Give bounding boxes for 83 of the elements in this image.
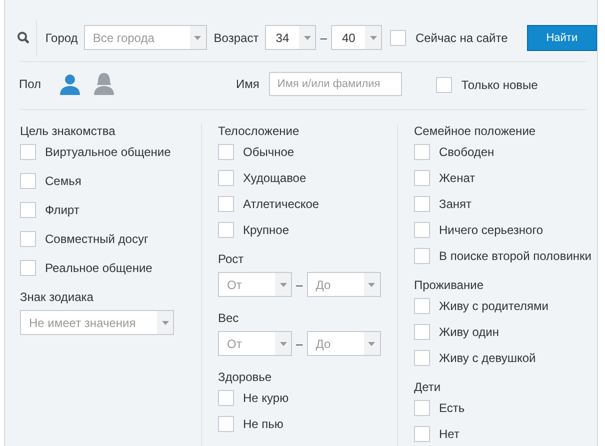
checkbox[interactable] <box>414 298 430 314</box>
checkbox[interactable] <box>218 144 234 160</box>
checkbox[interactable] <box>414 350 430 366</box>
checkbox[interactable] <box>414 170 430 186</box>
checkbox[interactable] <box>414 324 430 340</box>
age-label: Возраст <box>214 30 259 44</box>
caret-icon <box>162 320 168 324</box>
caret-icon <box>370 36 377 40</box>
checkbox-label: Сейчас на сайте <box>415 30 508 44</box>
to-dropdown[interactable]: До <box>306 331 381 356</box>
caret-icon <box>368 282 376 286</box>
checkbox-label: Атлетическое <box>243 197 320 211</box>
checkbox[interactable] <box>20 173 36 189</box>
checkbox-label: Живу с родителями <box>439 299 548 313</box>
checkbox[interactable] <box>414 248 430 264</box>
checkbox[interactable] <box>414 400 430 416</box>
range-separator: – <box>296 336 303 350</box>
checkbox-label: Живу с девушкой <box>439 351 536 365</box>
checkbox-label: Обычное <box>243 145 294 159</box>
section-title: Цель знакомства <box>20 124 116 138</box>
caret-icon <box>280 282 286 286</box>
checkbox[interactable] <box>218 196 234 212</box>
checkbox-label: Крупное <box>243 223 290 237</box>
section-title: Дети <box>414 380 442 394</box>
from-dropdown[interactable]: От <box>218 272 292 297</box>
caret-icon <box>304 36 311 40</box>
zodiac-dropdown[interactable]: Не имеет значения <box>20 310 174 335</box>
man-icon[interactable] <box>59 73 82 95</box>
name-field[interactable]: Имя и/или фамилия <box>269 72 402 96</box>
checkbox-label: Занят <box>439 197 472 211</box>
checkbox-label: Свободен <box>439 145 494 159</box>
checkbox-label: Не курю <box>243 391 289 405</box>
age-to-dropdown[interactable]: 40 <box>330 25 382 50</box>
search-button[interactable]: Найти <box>526 24 597 50</box>
range-separator: – <box>296 278 303 292</box>
checkbox-label: Реальное общение <box>45 261 152 275</box>
checkbox[interactable] <box>218 170 234 186</box>
checkbox[interactable] <box>414 426 430 442</box>
from-dropdown[interactable]: От <box>218 331 292 356</box>
checkbox-label: Нет <box>439 427 460 441</box>
checkbox[interactable] <box>414 144 430 160</box>
age-from-dropdown[interactable]: 34 <box>264 25 316 50</box>
city-dropdown[interactable]: Все города <box>84 25 207 50</box>
checkbox-label: В поиске второй половинки <box>439 249 592 263</box>
checkbox[interactable] <box>218 416 234 432</box>
name-label: Имя <box>236 77 260 91</box>
checkbox[interactable] <box>218 390 234 406</box>
checkbox-label: Семья <box>45 174 82 188</box>
search-icon[interactable] <box>17 31 30 44</box>
checkbox[interactable] <box>218 222 234 238</box>
section-title: Семейное положение <box>414 124 537 138</box>
checkbox-label: Худощавое <box>243 171 306 185</box>
to-dropdown[interactable]: До <box>306 272 381 297</box>
checkbox[interactable] <box>414 196 430 212</box>
checkbox-label: Женат <box>439 171 476 185</box>
section-title: Вес <box>218 311 240 325</box>
checkbox-label: Есть <box>439 401 465 415</box>
checkbox-label: Не пью <box>243 417 284 431</box>
section-title: Телосложение <box>218 124 300 138</box>
age-separator: – <box>320 30 327 44</box>
city-label: Город <box>45 30 78 44</box>
section-title: Здоровье <box>218 370 273 384</box>
checkbox[interactable] <box>20 231 36 247</box>
checkbox-label: Только новые <box>461 78 538 92</box>
checkbox-label: Живу один <box>439 325 499 339</box>
section-title: Знак зодиака <box>20 290 94 304</box>
checkbox[interactable] <box>390 30 406 46</box>
caret-icon <box>368 342 376 346</box>
caret-icon <box>194 36 202 40</box>
gender-label: Пол <box>19 77 42 91</box>
checkbox-label: Виртуальное общение <box>45 145 171 159</box>
checkbox[interactable] <box>20 144 36 160</box>
checkbox[interactable] <box>436 77 452 93</box>
checkbox-label: Флирт <box>45 203 80 217</box>
checkbox-label: Ничего серьезного <box>439 223 544 237</box>
checkbox[interactable] <box>414 222 430 238</box>
checkbox-label: Совместный досуг <box>45 232 148 246</box>
woman-icon[interactable] <box>93 73 116 95</box>
checkbox[interactable] <box>20 260 36 276</box>
section-title: Проживание <box>414 278 484 292</box>
checkbox[interactable] <box>20 202 36 218</box>
caret-icon <box>280 342 286 346</box>
section-title: Рост <box>218 252 245 266</box>
